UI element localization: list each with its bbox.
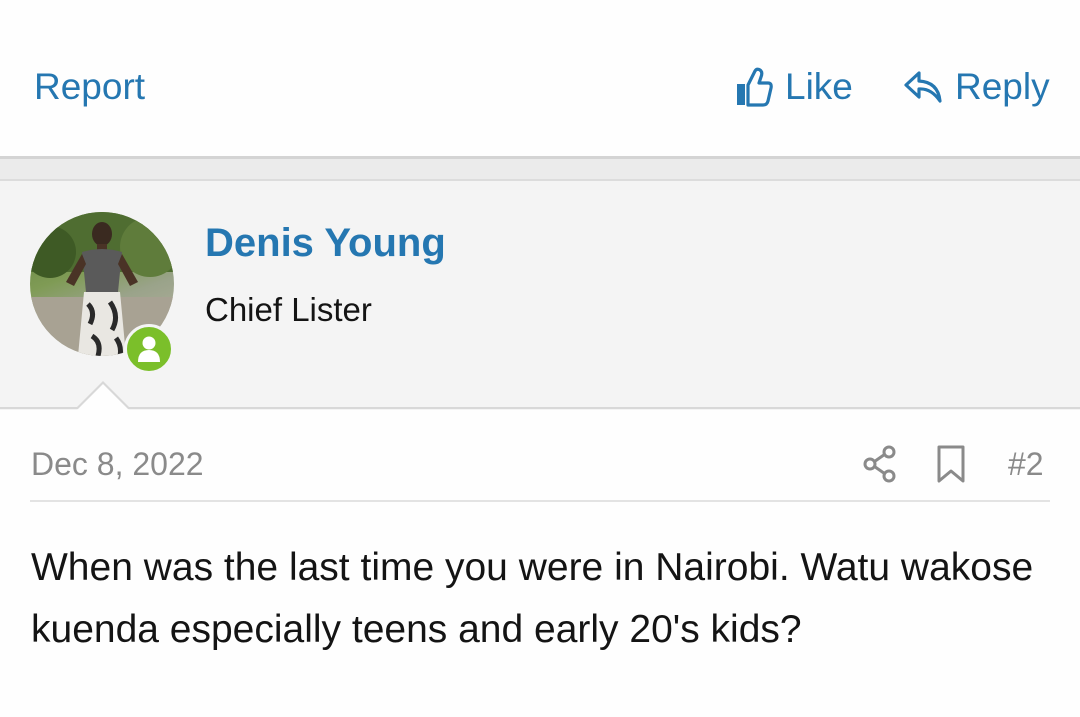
- user-header-pointer-fill: [77, 384, 129, 410]
- thread-page: Report Like Reply Denis Young Chief List…: [0, 0, 1080, 717]
- user-title: Chief Lister: [205, 291, 372, 328]
- like-button[interactable]: Like: [735, 62, 853, 112]
- reply-label: Reply: [955, 66, 1050, 107]
- post-number-link[interactable]: #2: [1008, 446, 1044, 483]
- report-button[interactable]: Report: [34, 62, 145, 112]
- reply-arrow-icon: [903, 69, 943, 105]
- bookmark-icon[interactable]: [934, 444, 968, 484]
- reply-button[interactable]: Reply: [903, 62, 1050, 112]
- report-label: Report: [34, 66, 146, 107]
- user-header-divider: [0, 407, 1080, 409]
- user-online-icon: [124, 324, 174, 374]
- post-user-header: Denis Young Chief Lister: [0, 179, 1080, 410]
- post-date-link[interactable]: Dec 8, 2022: [31, 446, 204, 483]
- post-gap: [0, 159, 1080, 179]
- post-meta-divider: [30, 500, 1050, 502]
- thumbs-up-icon: [735, 67, 773, 107]
- post-body: When was the last time you were in Nairo…: [31, 546, 1034, 651]
- share-icon[interactable]: [862, 444, 898, 484]
- username-link[interactable]: Denis Young: [205, 221, 446, 266]
- like-label: Like: [785, 66, 853, 107]
- previous-post-actionbar: Report Like Reply: [0, 0, 1080, 158]
